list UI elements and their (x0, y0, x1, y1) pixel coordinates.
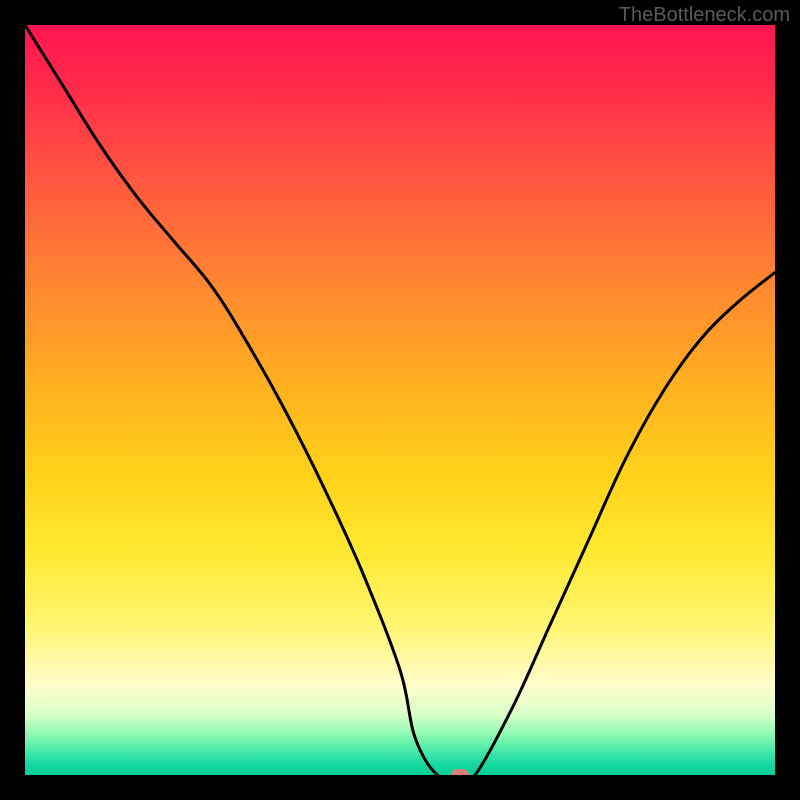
chart-plot-area (25, 25, 775, 775)
optimal-point-marker (451, 769, 469, 775)
watermark-text: TheBottleneck.com (619, 4, 790, 27)
bottleneck-curve-line (25, 25, 775, 775)
chart-curve-svg (25, 25, 775, 775)
